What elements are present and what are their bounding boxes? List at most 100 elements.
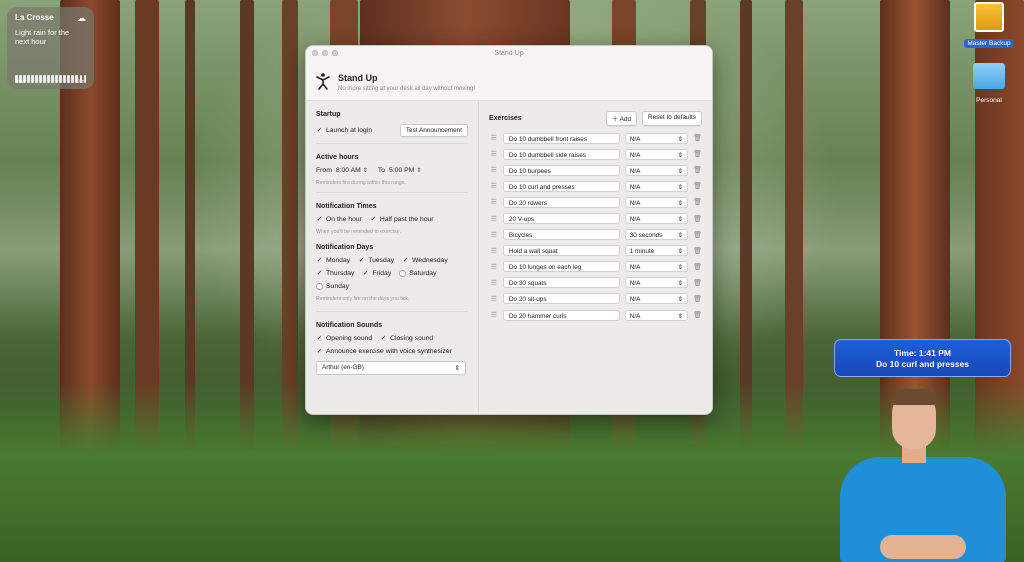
day-label: Tuesday: [368, 257, 395, 264]
trash-icon[interactable]: 🗑: [693, 247, 702, 255]
exercise-duration-select[interactable]: N/A ⇕: [624, 164, 689, 176]
duration-value: N/A: [629, 183, 641, 191]
voice-select[interactable]: Arthur (en-GB) ⇕: [316, 361, 466, 375]
on-the-hour-checkbox[interactable]: ✓ On the hour: [316, 216, 362, 223]
window-titlebar[interactable]: Stand Up: [306, 46, 712, 61]
stepper-icon[interactable]: ⇕: [416, 167, 421, 174]
exercise-name-field[interactable]: Do 10 burpees: [502, 164, 620, 176]
to-label: To: [377, 167, 386, 174]
from-time-picker[interactable]: 8:00 AM ⇕: [336, 167, 368, 174]
add-exercise-button[interactable]: ＋ Add: [605, 111, 638, 126]
test-announcement-button[interactable]: Test Announcement: [399, 124, 468, 137]
drag-handle-icon[interactable]: ☰: [489, 279, 499, 287]
from-label: From: [316, 167, 332, 174]
trash-icon[interactable]: 🗑: [693, 150, 702, 158]
trash-icon[interactable]: 🗑: [693, 182, 702, 190]
drag-handle-icon[interactable]: ☰: [489, 166, 499, 174]
trash-icon[interactable]: 🗑: [693, 311, 702, 319]
exercise-name-field[interactable]: Do 10 curl and presses: [502, 180, 620, 192]
minimize-button[interactable]: [322, 50, 328, 56]
day-monday-checkbox[interactable]: ✓ Monday: [316, 257, 351, 264]
exercise-name-field[interactable]: Hold a wall squat: [502, 245, 620, 257]
exercise-duration-select[interactable]: N/A ⇕: [624, 148, 689, 160]
to-time-picker[interactable]: 5:00 PM ⇕: [389, 167, 421, 174]
drag-handle-icon[interactable]: ☰: [489, 182, 499, 190]
exercises-title: Exercises: [489, 115, 522, 122]
app-name: Stand Up: [338, 73, 378, 83]
drag-handle-icon[interactable]: ☰: [489, 215, 499, 223]
exercise-duration-select[interactable]: N/A ⇕: [624, 293, 689, 305]
notification-exercise: Do 10 curl and presses: [875, 359, 970, 369]
day-thursday-checkbox[interactable]: ✓ Thursday: [316, 270, 355, 277]
duration-value: N/A: [629, 135, 641, 143]
exercise-duration-select[interactable]: 1 minute ⇕: [624, 245, 689, 257]
exercise-duration-select[interactable]: N/A ⇕: [624, 261, 689, 273]
exercise-row: ☰ Do 10 lunges on each leg N/A ⇕ 🗑: [489, 259, 702, 275]
zoom-button[interactable]: [332, 50, 338, 56]
checkmark-icon: ✓: [316, 335, 323, 342]
trash-icon[interactable]: 🗑: [693, 263, 702, 271]
chevron-updown-icon: ⇕: [677, 151, 684, 159]
trash-icon[interactable]: 🗑: [693, 198, 702, 206]
exercise-duration-select[interactable]: N/A ⇕: [624, 180, 689, 192]
desktop-icon-label: Personal: [976, 97, 1002, 104]
day-sunday-checkbox[interactable]: Sunday: [316, 283, 349, 290]
stepper-icon[interactable]: ⇕: [363, 167, 368, 174]
close-button[interactable]: [312, 50, 318, 56]
exercise-name-field[interactable]: Do 20 hammer curls: [502, 309, 620, 321]
checkmark-icon: ✓: [402, 257, 409, 264]
desktop-icon-personal[interactable]: Personal: [959, 63, 1019, 107]
announce-voice-checkbox[interactable]: ✓ Announce exercise with voice synthesiz…: [316, 348, 452, 355]
day-saturday-checkbox[interactable]: Saturday: [399, 270, 436, 277]
exercise-notification[interactable]: Time: 1:41 PM Do 10 curl and presses: [834, 339, 1011, 377]
duration-value: N/A: [629, 216, 641, 224]
chevron-updown-icon: ⇕: [677, 216, 684, 224]
exercise-name-field[interactable]: Do 20 rowers: [502, 196, 620, 208]
exercise-row: ☰ Do 10 dumbbell front raises N/A ⇕ 🗑: [489, 130, 702, 146]
exercise-duration-select[interactable]: N/A ⇕: [624, 309, 689, 321]
desktop-icon-master-backup[interactable]: Master Backup: [959, 2, 1019, 50]
presenter-video: [840, 385, 1010, 562]
drag-handle-icon[interactable]: ☰: [489, 247, 499, 255]
day-tuesday-checkbox[interactable]: ✓ Tuesday: [358, 257, 394, 264]
reset-to-defaults-button[interactable]: Reset to defaults: [642, 111, 702, 126]
opening-sound-checkbox[interactable]: ✓ Opening sound: [316, 335, 373, 342]
drag-handle-icon[interactable]: ☰: [489, 198, 499, 206]
closing-sound-checkbox[interactable]: ✓ Closing sound: [380, 335, 434, 342]
drag-handle-icon[interactable]: ☰: [489, 311, 499, 319]
day-friday-checkbox[interactable]: ✓ Friday: [362, 270, 391, 277]
exercise-duration-select[interactable]: N/A ⇕: [624, 213, 689, 225]
trash-icon[interactable]: 🗑: [693, 215, 702, 223]
exercise-duration-select[interactable]: N/A ⇕: [624, 277, 689, 289]
exercise-name-field[interactable]: Do 10 dumbbell side raises: [502, 148, 620, 160]
exercise-name-field[interactable]: Do 10 dumbbell front raises: [502, 132, 620, 144]
drag-handle-icon[interactable]: ☰: [489, 263, 499, 271]
exercise-name-field[interactable]: Do 10 lunges on each leg: [502, 261, 620, 273]
chevron-updown-icon: ⇕: [677, 248, 684, 256]
exercise-name-field[interactable]: Do 30 squats: [502, 277, 620, 289]
chevron-updown-icon: ⇕: [677, 312, 684, 320]
half-past-checkbox[interactable]: ✓ Half past the hour: [370, 216, 433, 223]
exercise-name-field[interactable]: Bicycles: [502, 229, 620, 241]
trash-icon[interactable]: 🗑: [693, 231, 702, 239]
drag-handle-icon[interactable]: ☰: [489, 231, 499, 239]
trash-icon[interactable]: 🗑: [693, 279, 702, 287]
exercise-duration-select[interactable]: N/A ⇕: [624, 132, 689, 144]
launch-at-login-checkbox[interactable]: ✓ Launch at login: [316, 127, 373, 134]
add-button-label: Add: [619, 116, 632, 123]
exercise-duration-select[interactable]: 30 seconds ⇕: [624, 229, 689, 241]
exercise-name-field[interactable]: Do 20 sit-ups: [502, 293, 620, 305]
launch-at-login-label: Launch at login: [326, 127, 373, 134]
drag-handle-icon[interactable]: ☰: [489, 134, 499, 142]
drag-handle-icon[interactable]: ☰: [489, 295, 499, 303]
day-wednesday-checkbox[interactable]: ✓ Wednesday: [402, 257, 448, 264]
exercise-name-field[interactable]: 20 V-ups: [502, 213, 620, 225]
weather-widget[interactable]: La Crosse ☁ Light rain for the next hour…: [7, 7, 94, 89]
trash-icon[interactable]: 🗑: [693, 134, 702, 142]
trash-icon[interactable]: 🗑: [693, 166, 702, 174]
exercise-row: ☰ Hold a wall squat 1 minute ⇕ 🗑: [489, 243, 702, 259]
drag-handle-icon[interactable]: ☰: [489, 150, 499, 158]
exercise-duration-select[interactable]: N/A ⇕: [624, 196, 689, 208]
trash-icon[interactable]: 🗑: [693, 295, 702, 303]
day-label: Wednesday: [412, 257, 448, 264]
